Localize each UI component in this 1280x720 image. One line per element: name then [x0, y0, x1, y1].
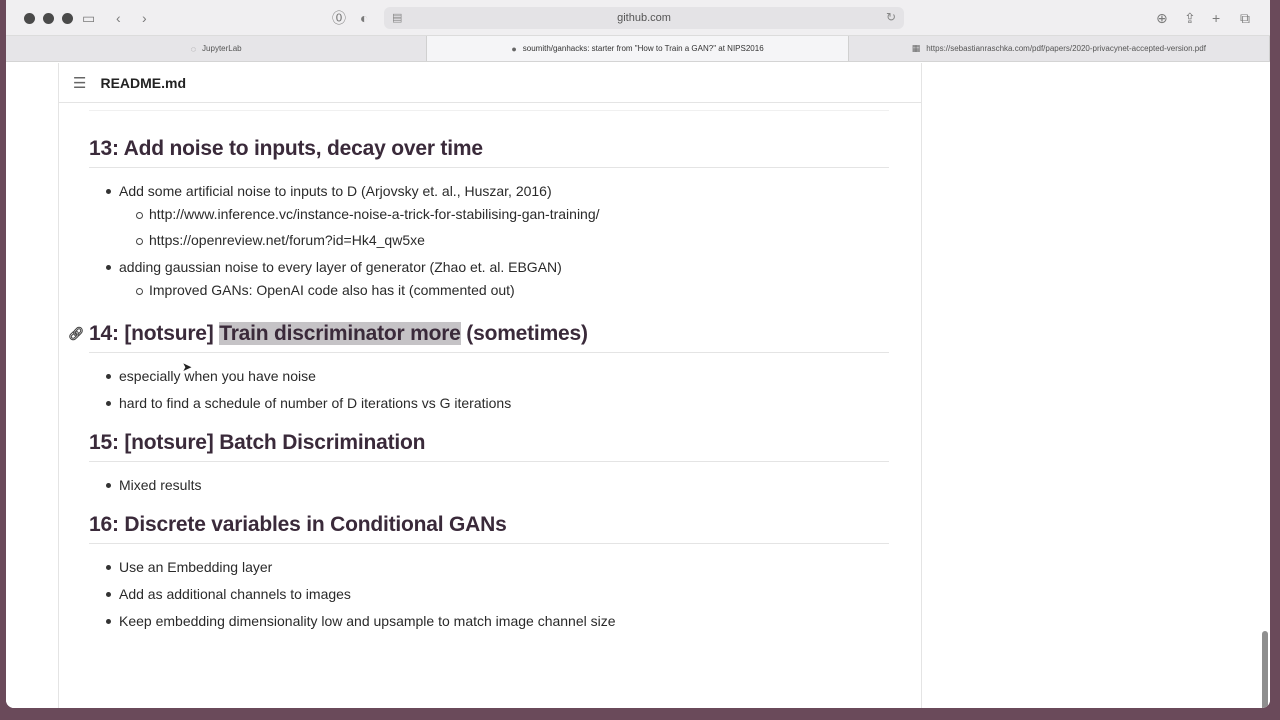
tab-ganhacks[interactable]: ● soumith/ganhacks: starter from "How to… — [427, 36, 849, 61]
scrollbar-thumb[interactable] — [1262, 631, 1268, 708]
sub-list-item[interactable]: https://openreview.net/forum?id=Hk4_qw5x… — [119, 230, 889, 250]
sidebar-icon[interactable]: ▭ — [82, 10, 95, 26]
back-icon[interactable]: ‹ — [116, 10, 121, 26]
section-14: 🔗︎ 14: [notsure] Train discriminator mor… — [68, 322, 889, 413]
zoom-window-button[interactable] — [62, 13, 73, 24]
readme-title: README.md — [100, 74, 187, 91]
password-icon[interactable]: ⓪ — [332, 10, 346, 26]
browser-window: ▭ ‹ › ⓪ ◐ ▤ github.com ↻ ⊕ ⇪ + ⧉ ◌ Jupyt… — [6, 0, 1270, 708]
github-icon: ● — [511, 43, 517, 54]
highlighted-text: Train discriminator more — [219, 322, 461, 345]
list-item: Mixed results — [89, 475, 889, 495]
browser-toolbar: ▭ ‹ › ⓪ ◐ ▤ github.com ↻ ⊕ ⇪ + ⧉ — [6, 0, 1270, 36]
bullet-list: especially when you have noise hard to f… — [89, 366, 889, 413]
bullet-list: Use an Embedding layer Add as additional… — [89, 557, 889, 631]
tab-overview-icon[interactable]: ⧉ — [1240, 10, 1250, 26]
window-controls — [24, 13, 73, 24]
list-item-text: adding gaussian noise to every layer of … — [119, 259, 562, 275]
section-heading: 16: Discrete variables in Conditional GA… — [89, 513, 889, 544]
mouse-cursor-icon: ➤ — [182, 360, 193, 374]
list-item: especially when you have noise — [89, 366, 889, 386]
sub-list-item[interactable]: http://www.inference.vc/instance-noise-a… — [119, 204, 889, 224]
outline-list-icon[interactable]: ☰ — [73, 74, 86, 92]
link-text[interactable]: https://openreview.net/forum?id=Hk4_qw5x… — [149, 232, 425, 248]
address-bar[interactable]: ▤ github.com ↻ — [384, 7, 904, 29]
section-heading: 🔗︎ 14: [notsure] Train discriminator mor… — [68, 322, 889, 353]
tab-label: JupyterLab — [202, 44, 242, 53]
list-item-text: Add some artificial noise to inputs to D… — [119, 183, 552, 199]
heading-prefix: 14: [notsure] — [89, 322, 220, 345]
tab-pdf[interactable]: ▦ https://sebastianraschka.com/pdf/paper… — [849, 36, 1270, 61]
spinner-icon: ◌ — [190, 43, 197, 54]
list-item-text: Use an Embedding layer — [119, 559, 273, 575]
page-content: ☰ README.md 13: Add noise to inputs, dec… — [6, 63, 1270, 708]
bullet-list: Add some artificial noise to inputs to D… — [89, 181, 889, 300]
bullet-list: Mixed results — [89, 475, 889, 495]
heading-suffix: (sometimes) — [460, 322, 588, 345]
section-13: 13: Add noise to inputs, decay over time… — [89, 137, 889, 300]
tab-label: https://sebastianraschka.com/pdf/papers/… — [926, 44, 1206, 53]
list-item: Add some artificial noise to inputs to D… — [89, 181, 889, 250]
readme-panel: ☰ README.md 13: Add noise to inputs, dec… — [58, 63, 922, 708]
close-window-button[interactable] — [24, 13, 35, 24]
list-item-text: especially when you have noise — [119, 368, 316, 384]
pdf-icon: ▦ — [911, 43, 921, 53]
share-icon[interactable]: ⇪ — [1184, 10, 1196, 26]
tab-label: soumith/ganhacks: starter from "How to T… — [522, 44, 764, 53]
tab-jupyterlab[interactable]: ◌ JupyterLab — [6, 36, 428, 61]
list-item: Use an Embedding layer — [89, 557, 889, 577]
page-icon: ▤ — [392, 12, 403, 24]
section-heading: 15: [notsure] Batch Discrimination — [89, 431, 889, 462]
list-item-text: Mixed results — [119, 477, 202, 493]
list-item-text: Keep embedding dimensionality low and up… — [119, 613, 616, 629]
list-item-text: hard to find a schedule of number of D i… — [119, 395, 512, 411]
readme-header: ☰ README.md — [59, 63, 921, 103]
shield-icon[interactable]: ◐ — [360, 10, 368, 26]
list-item: Add as additional channels to images — [89, 584, 889, 604]
section-16: 16: Discrete variables in Conditional GA… — [89, 513, 889, 631]
divider — [89, 103, 889, 111]
section-heading: 13: Add noise to inputs, decay over time — [89, 137, 889, 168]
sub-item-text: Improved GANs: OpenAI code also has it (… — [149, 282, 515, 298]
tab-bar: ◌ JupyterLab ● soumith/ganhacks: starter… — [6, 36, 1270, 62]
section-15: 15: [notsure] Batch Discrimination Mixed… — [89, 431, 889, 495]
readme-article: 13: Add noise to inputs, decay over time… — [59, 137, 921, 631]
list-item-text: Add as additional channels to images — [119, 586, 351, 602]
link-icon[interactable]: 🔗︎ — [68, 326, 85, 342]
forward-icon[interactable]: › — [142, 10, 147, 26]
sub-list-item: Improved GANs: OpenAI code also has it (… — [119, 280, 889, 300]
sub-list: http://www.inference.vc/instance-noise-a… — [119, 204, 889, 250]
link-text[interactable]: http://www.inference.vc/instance-noise-a… — [149, 206, 600, 222]
list-item: Keep embedding dimensionality low and up… — [89, 611, 889, 631]
new-tab-icon[interactable]: + — [1212, 10, 1220, 26]
url-text: github.com — [617, 12, 671, 24]
download-icon[interactable]: ⊕ — [1156, 10, 1168, 26]
reload-icon[interactable]: ↻ — [886, 10, 896, 24]
minimize-window-button[interactable] — [43, 13, 54, 24]
list-item: adding gaussian noise to every layer of … — [89, 257, 889, 300]
sub-list: Improved GANs: OpenAI code also has it (… — [119, 280, 889, 300]
list-item: hard to find a schedule of number of D i… — [89, 393, 889, 413]
